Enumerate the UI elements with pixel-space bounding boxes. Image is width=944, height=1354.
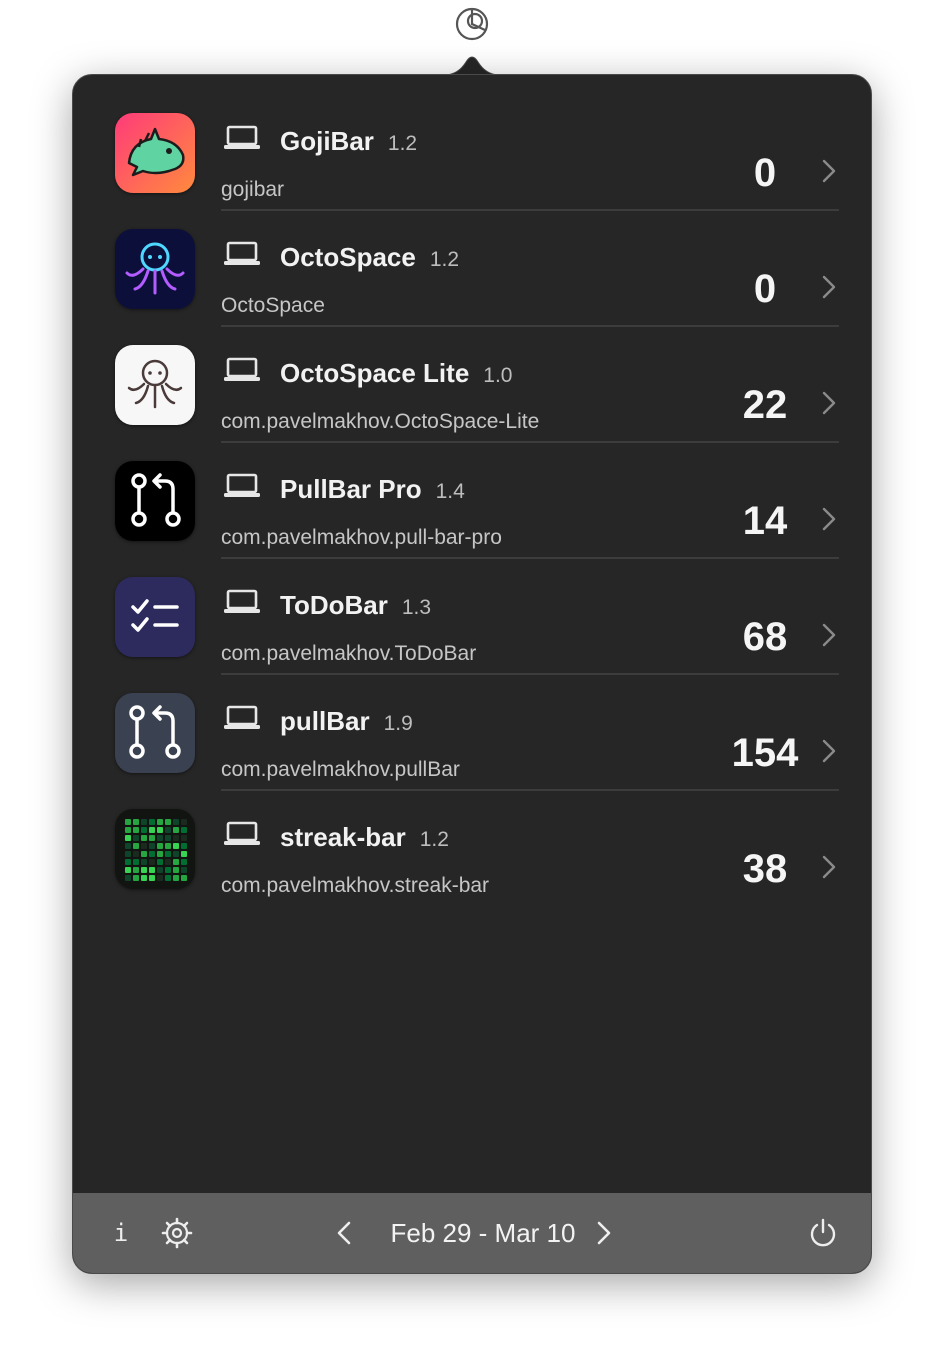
app-name: OctoSpace 1.2	[280, 242, 460, 272]
app-row-pullbar-pro[interactable]: PullBar Pro 1.4 com.pavelmakhov.pull-bar-…	[73, 443, 871, 559]
checklist-icon	[115, 577, 195, 657]
chevron-right-icon[interactable]	[821, 853, 837, 881]
chevron-right-icon[interactable]	[821, 389, 837, 417]
info-icon[interactable]: i	[111, 1219, 131, 1247]
octopus-icon	[115, 229, 195, 309]
app-name: ToDoBar 1.3	[280, 590, 432, 620]
power-icon[interactable]	[807, 1217, 839, 1249]
info-label: i	[114, 1219, 128, 1247]
bundle-id: com.pavelmakhov.pullBar	[221, 758, 460, 781]
app-version: 1.0	[483, 364, 513, 387]
bundle-id: com.pavelmakhov.streak-bar	[221, 874, 490, 897]
app-name: PullBar Pro 1.4	[280, 474, 465, 504]
laptop-icon	[224, 589, 260, 613]
app-count: 14	[742, 499, 788, 543]
gear-icon[interactable]	[161, 1217, 193, 1249]
laptop-icon	[224, 821, 260, 845]
pull-request-icon	[115, 693, 195, 773]
chevron-right-icon[interactable]	[821, 505, 837, 533]
footer-toolbar: i Feb 29 - Mar 10	[73, 1193, 871, 1273]
app-version: 1.2	[419, 828, 449, 851]
bundle-id: gojibar	[221, 178, 285, 201]
app-row-streak-bar[interactable]: streak-bar 1.2 com.pavelmakhov.streak-bar…	[73, 791, 871, 907]
app-version: 1.2	[387, 132, 418, 155]
laptop-icon	[224, 357, 260, 381]
popover-arrow	[444, 56, 500, 76]
app-row-octospace[interactable]: OctoSpace 1.2 OctoSpace 0	[73, 211, 871, 327]
app-version: 1.3	[401, 596, 432, 619]
bundle-id: com.pavelmakhov.OctoSpace-Lite	[221, 410, 540, 433]
date-range-label: Feb 29 - Mar 10	[390, 1218, 576, 1248]
laptop-icon	[224, 473, 260, 497]
app-row-pullbar[interactable]: pullBar 1.9 com.pavelmakhov.pullBar 154	[73, 675, 871, 791]
app-row-gojibar[interactable]: GojiBar 1.2 gojibar 0	[73, 95, 871, 211]
app-count: 68	[742, 615, 788, 659]
laptop-icon	[224, 705, 260, 729]
pie-chart-icon[interactable]	[454, 6, 490, 42]
app-version: 1.2	[429, 248, 460, 271]
dinosaur-icon	[115, 113, 195, 193]
bundle-id: com.pavelmakhov.pull-bar-pro	[221, 526, 502, 549]
app-version: 1.4	[435, 480, 465, 503]
app-row-todobar[interactable]: ToDoBar 1.3 com.pavelmakhov.ToDoBar 68	[73, 559, 871, 675]
chevron-right-icon[interactable]	[821, 737, 837, 765]
chevron-right-icon[interactable]	[821, 273, 837, 301]
app-version: 1.9	[383, 712, 413, 735]
pull-request-icon	[115, 461, 195, 541]
app-name: GojiBar 1.2	[280, 126, 418, 156]
app-stats-popover: GojiBar 1.2 gojibar 0 OctoSpace 1.2 Octo…	[72, 74, 872, 1274]
app-count: 0	[753, 267, 777, 311]
laptop-icon	[224, 241, 260, 265]
chevron-right-icon[interactable]	[821, 621, 837, 649]
bundle-id: com.pavelmakhov.ToDoBar	[221, 642, 477, 665]
chevron-right-icon[interactable]	[821, 157, 837, 185]
octopus-outline-icon	[115, 345, 195, 425]
laptop-icon	[224, 125, 260, 149]
bundle-id: OctoSpace	[221, 294, 325, 317]
app-row-octospace-lite[interactable]: OctoSpace Lite 1.0 com.pavelmakhov.OctoSp…	[73, 327, 871, 443]
app-count: 22	[742, 383, 788, 427]
app-count: 154	[731, 731, 799, 775]
app-name: OctoSpace Lite 1.0	[280, 358, 513, 388]
app-name: pullBar 1.9	[280, 706, 413, 736]
app-name: streak-bar 1.2	[280, 822, 449, 852]
chevron-left-icon[interactable]	[335, 1219, 353, 1247]
app-list: GojiBar 1.2 gojibar 0 OctoSpace 1.2 Octo…	[73, 95, 871, 907]
contribution-grid-icon	[115, 809, 195, 889]
app-count: 38	[742, 847, 788, 891]
chevron-right-icon[interactable]	[595, 1219, 613, 1247]
app-count: 0	[753, 151, 777, 195]
